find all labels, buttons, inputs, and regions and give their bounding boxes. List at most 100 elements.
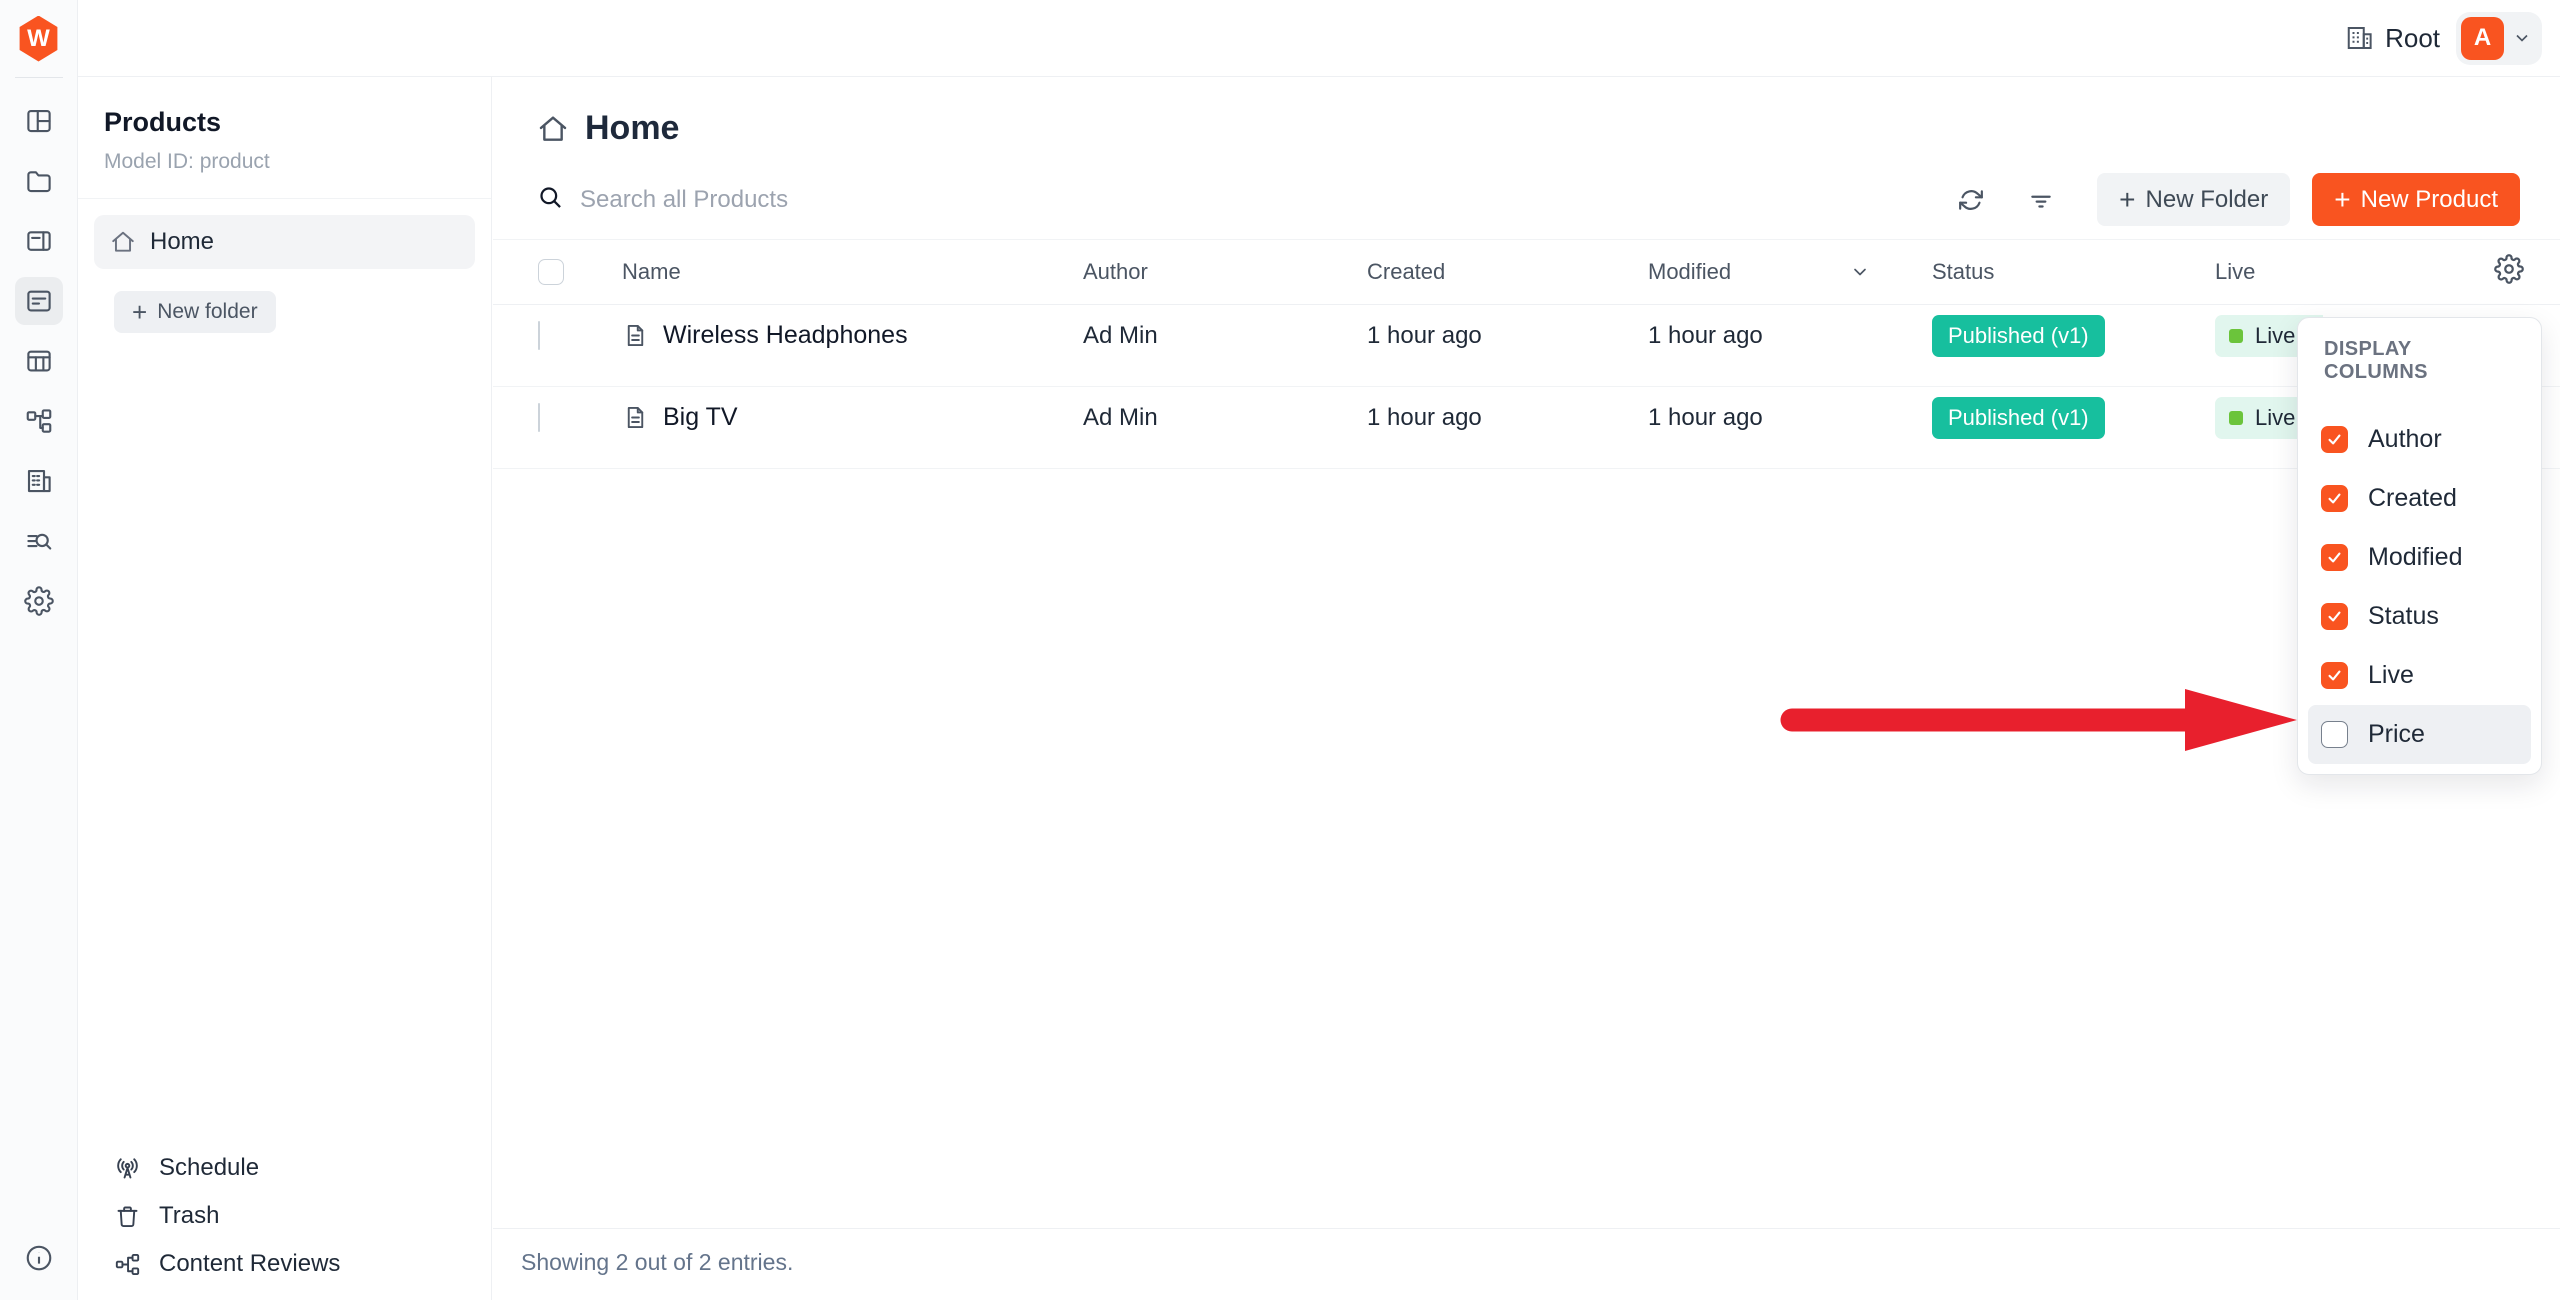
table-footer: Showing 2 out of 2 entries.: [493, 1228, 2560, 1300]
row-name-cell[interactable]: Big TV: [622, 403, 1083, 432]
checkbox-checked-icon[interactable]: [2321, 544, 2348, 571]
modified-label: Modified: [1648, 259, 1731, 285]
rail-icons: [15, 104, 63, 618]
select-all-checkbox[interactable]: [538, 259, 564, 285]
column-header-modified[interactable]: Modified: [1648, 259, 1932, 285]
form-builder-icon[interactable]: [22, 224, 56, 258]
document-icon: [622, 322, 649, 349]
app-rail: W: [0, 0, 78, 1300]
menu-item-label: Created: [2368, 484, 2457, 513]
checkbox-checked-icon[interactable]: [2321, 603, 2348, 630]
page-title: Home: [585, 109, 679, 148]
plus-icon: +: [2334, 186, 2350, 214]
headless-cms-icon[interactable]: [15, 277, 63, 325]
table-header: Name Author Created Modified Status Live: [493, 240, 2560, 305]
sidebar: Products Model ID: product Home + New fo…: [78, 77, 492, 1300]
plus-icon: +: [132, 299, 147, 325]
menu-item-created[interactable]: Created: [2308, 469, 2531, 528]
sidebar-item-home[interactable]: Home: [94, 215, 475, 269]
home-icon: [110, 229, 136, 255]
menu-item-label: Author: [2368, 425, 2442, 454]
row-status-cell: Published (v1): [1932, 397, 2215, 439]
account-menu-button[interactable]: A: [2456, 12, 2542, 65]
home-icon: [537, 113, 569, 145]
column-settings-gear-icon[interactable]: [2494, 254, 2524, 290]
row-status-cell: Published (v1): [1932, 315, 2215, 357]
menu-item-modified[interactable]: Modified: [2308, 528, 2531, 587]
filter-icon[interactable]: [2021, 180, 2061, 220]
page-builder-icon[interactable]: [22, 104, 56, 138]
audit-logs-icon[interactable]: [22, 524, 56, 558]
column-header-created[interactable]: Created: [1367, 259, 1648, 285]
row-name-cell[interactable]: Wireless Headphones: [622, 321, 1083, 350]
document-icon: [622, 404, 649, 431]
row-modified: 1 hour ago: [1648, 322, 1932, 350]
chevron-down-icon: [2512, 28, 2532, 48]
sidebar-item-schedule[interactable]: Schedule: [114, 1154, 340, 1182]
search-input[interactable]: [580, 186, 1951, 214]
broadcast-icon: [114, 1155, 141, 1182]
column-header-name[interactable]: Name: [622, 259, 1083, 285]
sidebar-header: Products Model ID: product: [78, 77, 491, 199]
select-all-cell: [538, 259, 622, 285]
sidebar-item-trash[interactable]: Trash: [114, 1202, 340, 1230]
logo-letter: W: [27, 25, 50, 53]
row-checkbox[interactable]: [538, 321, 540, 350]
tenant-label: Root: [2385, 23, 2440, 54]
building-icon: [2345, 23, 2375, 53]
row-modified: 1 hour ago: [1648, 404, 1932, 432]
table-row[interactable]: Wireless Headphones Ad Min 1 hour ago 1 …: [493, 305, 2560, 387]
trash-label: Trash: [159, 1202, 219, 1230]
refresh-icon[interactable]: [1951, 180, 1991, 220]
sidebar-item-content-reviews[interactable]: Content Reviews: [114, 1250, 340, 1278]
row-created: 1 hour ago: [1367, 404, 1648, 432]
menu-item-live[interactable]: Live: [2308, 646, 2531, 705]
new-folder-label: New folder: [157, 300, 257, 324]
display-columns-title: DISPLAY COLUMNS: [2324, 338, 2515, 384]
main-content: Home + New Folder + New Product: [493, 77, 2560, 1300]
menu-item-price[interactable]: Price: [2308, 705, 2531, 764]
sidebar-item-label: Home: [150, 228, 214, 256]
column-header-author[interactable]: Author: [1083, 259, 1367, 285]
info-icon[interactable]: [24, 1243, 54, 1278]
live-dot-icon: [2229, 411, 2243, 425]
menu-item-author[interactable]: Author: [2308, 410, 2531, 469]
new-product-button-label: New Product: [2361, 186, 2498, 214]
row-select-cell: [538, 322, 622, 350]
table-row[interactable]: Big TV Ad Min 1 hour ago 1 hour ago Publ…: [493, 387, 2560, 469]
row-created: 1 hour ago: [1367, 322, 1648, 350]
logo-wrap[interactable]: W: [0, 0, 77, 77]
webiny-logo-icon[interactable]: W: [18, 16, 60, 62]
top-bar: Root A: [78, 0, 2560, 77]
entry-name: Big TV: [663, 403, 738, 432]
tables-icon[interactable]: [22, 344, 56, 378]
file-manager-icon[interactable]: [22, 164, 56, 198]
menu-item-status[interactable]: Status: [2308, 587, 2531, 646]
rail-divider: [15, 77, 63, 78]
search-icon: [537, 184, 564, 216]
row-author: Ad Min: [1083, 322, 1367, 350]
sidebar-new-folder-button[interactable]: + New folder: [114, 291, 276, 333]
workflows-icon[interactable]: [22, 404, 56, 438]
trash-icon: [114, 1203, 141, 1230]
tenant-selector[interactable]: Root: [2345, 23, 2440, 54]
sort-chevron-down-icon: [1850, 262, 1870, 282]
checkbox-checked-icon[interactable]: [2321, 485, 2348, 512]
checkbox-checked-icon[interactable]: [2321, 662, 2348, 689]
status-badge: Published (v1): [1932, 315, 2105, 357]
schedule-label: Schedule: [159, 1154, 259, 1182]
new-folder-button[interactable]: + New Folder: [2097, 173, 2290, 226]
menu-item-label: Live: [2368, 661, 2414, 690]
new-product-button[interactable]: + New Product: [2312, 173, 2520, 226]
checkbox-checked-icon[interactable]: [2321, 426, 2348, 453]
content-reviews-label: Content Reviews: [159, 1250, 340, 1278]
checkbox-unchecked-icon[interactable]: [2321, 721, 2348, 748]
menu-item-label: Price: [2368, 720, 2425, 749]
column-header-status[interactable]: Status: [1932, 259, 2215, 285]
tenant-manager-icon[interactable]: [22, 464, 56, 498]
settings-icon[interactable]: [22, 584, 56, 618]
flow-icon: [114, 1251, 141, 1278]
toolbar: + New Folder + New Product: [493, 160, 2560, 240]
row-checkbox[interactable]: [538, 403, 540, 432]
live-dot-icon: [2229, 329, 2243, 343]
